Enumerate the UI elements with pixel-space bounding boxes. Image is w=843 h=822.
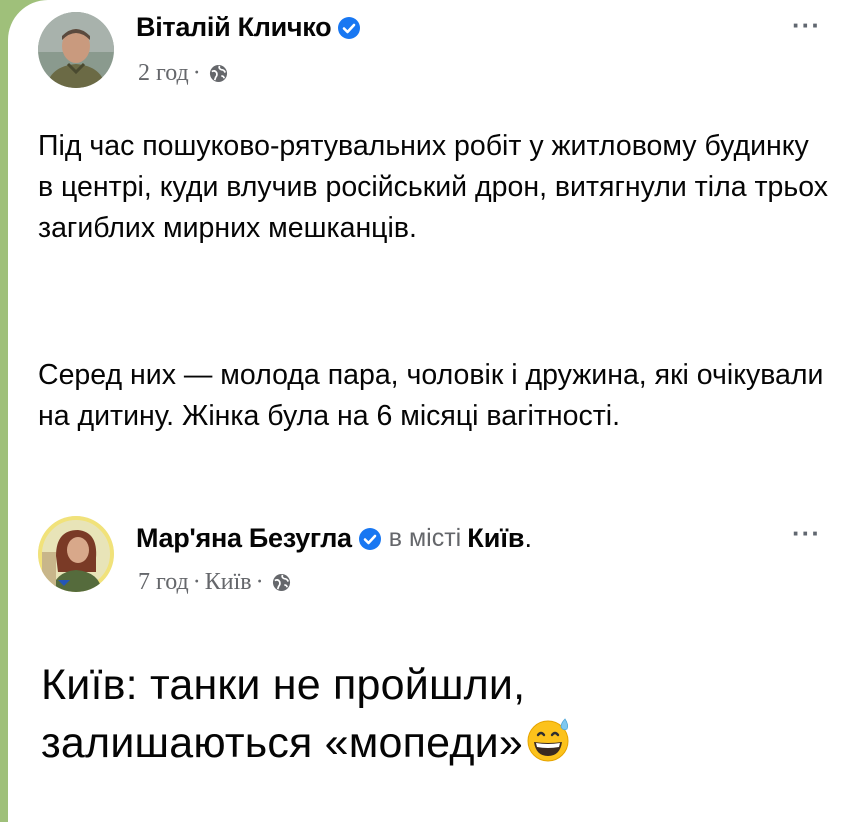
globe-icon[interactable] bbox=[209, 64, 228, 83]
meta-separator: · bbox=[192, 569, 201, 595]
more-options-button[interactable]: ··· bbox=[792, 518, 821, 549]
checkin-place-link[interactable]: Київ bbox=[467, 523, 524, 554]
grinning-face-with-sweat-emoji-icon bbox=[527, 718, 569, 762]
more-options-button[interactable]: ··· bbox=[792, 10, 821, 41]
author-name[interactable]: Віталій Кличко bbox=[136, 12, 332, 43]
post-meta: 2 год · bbox=[138, 60, 228, 87]
post-time[interactable]: 2 год bbox=[138, 60, 189, 87]
author-line: Мар'яна Безугла в місті Київ . bbox=[136, 523, 532, 554]
author-avatar[interactable] bbox=[38, 12, 114, 88]
feed-card: Віталій Кличко 2 год · ··· Під час пошук… bbox=[8, 0, 843, 822]
author-line: Віталій Кличко bbox=[136, 12, 361, 43]
globe-icon[interactable] bbox=[272, 573, 291, 592]
post-meta: 7 год · Київ · bbox=[138, 569, 291, 596]
post-large-text: Київ: танки не пройшли, залишаються «моп… bbox=[41, 656, 761, 772]
author-avatar[interactable] bbox=[38, 516, 114, 592]
verified-badge-icon bbox=[338, 16, 361, 39]
post-time[interactable]: 7 год bbox=[138, 569, 189, 596]
author-name[interactable]: Мар'яна Безугла bbox=[136, 523, 352, 554]
post-text: Київ: танки не пройшли, залишаються «моп… bbox=[41, 661, 526, 767]
post-paragraph: Серед них — молода пара, чоловік і дружи… bbox=[38, 359, 824, 432]
post-paragraph: Під час пошуково-рятувальних робіт у жит… bbox=[38, 130, 828, 244]
meta-separator: · bbox=[192, 60, 201, 86]
post-location[interactable]: Київ bbox=[205, 569, 252, 596]
meta-separator: · bbox=[255, 569, 264, 595]
checkin-suffix: . bbox=[524, 523, 533, 553]
verified-badge-icon bbox=[358, 527, 381, 550]
checkin-prefix: в місті bbox=[388, 524, 462, 552]
